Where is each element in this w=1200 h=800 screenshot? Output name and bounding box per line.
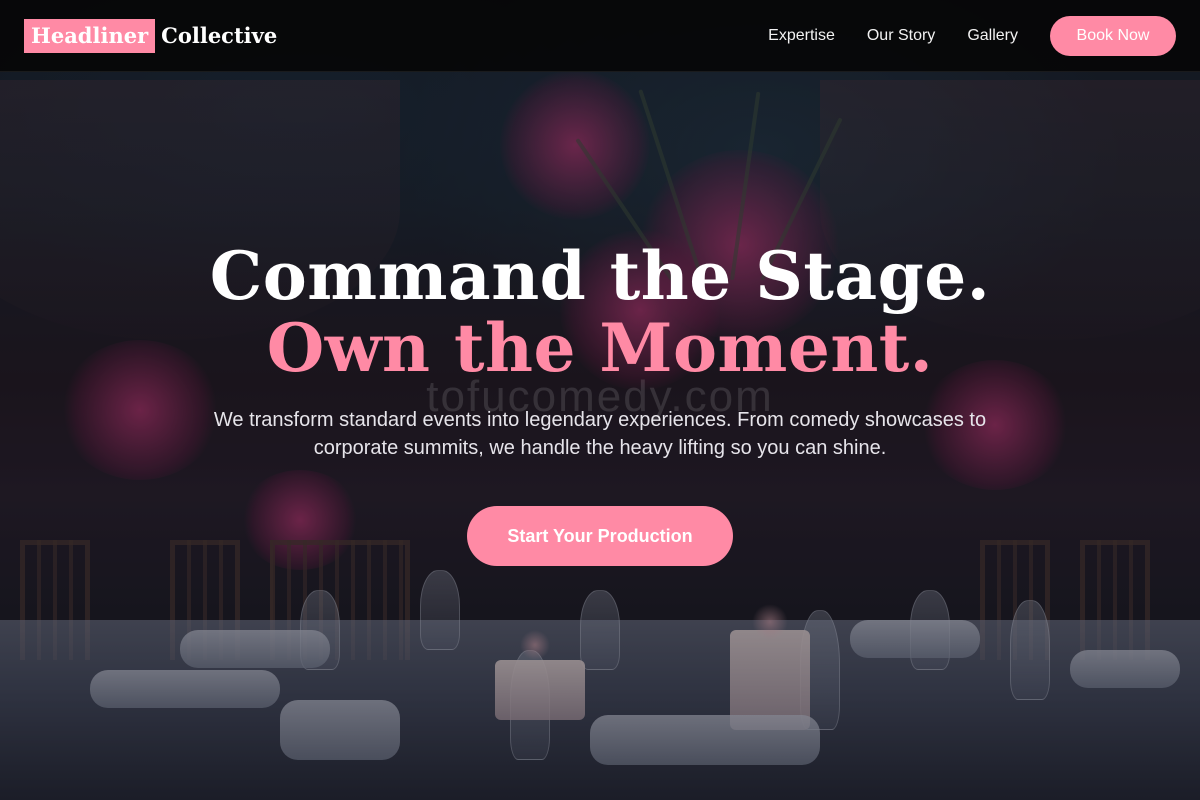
nav-link-expertise[interactable]: Expertise <box>768 27 835 45</box>
hero-title-line-1: Command the Stage. <box>209 237 991 315</box>
brand-logo-highlight: Headliner <box>24 18 156 53</box>
main-nav: Expertise Our Story Gallery Book Now <box>768 15 1176 56</box>
brand-logo-text: Collective <box>161 23 278 48</box>
book-now-button[interactable]: Book Now <box>1050 15 1176 56</box>
start-production-button[interactable]: Start Your Production <box>467 506 733 566</box>
hero-title: Command the Stage. Own the Moment. <box>210 240 991 384</box>
nav-link-gallery[interactable]: Gallery <box>967 27 1018 45</box>
brand-logo[interactable]: Headliner Collective <box>24 18 278 53</box>
hero-section: tofucomedy.com Command the Stage. Own th… <box>0 72 1200 800</box>
nav-link-our-story[interactable]: Our Story <box>867 27 935 45</box>
watermark-text: tofucomedy.com <box>426 372 774 421</box>
site-header: Headliner Collective Expertise Our Story… <box>0 0 1200 72</box>
